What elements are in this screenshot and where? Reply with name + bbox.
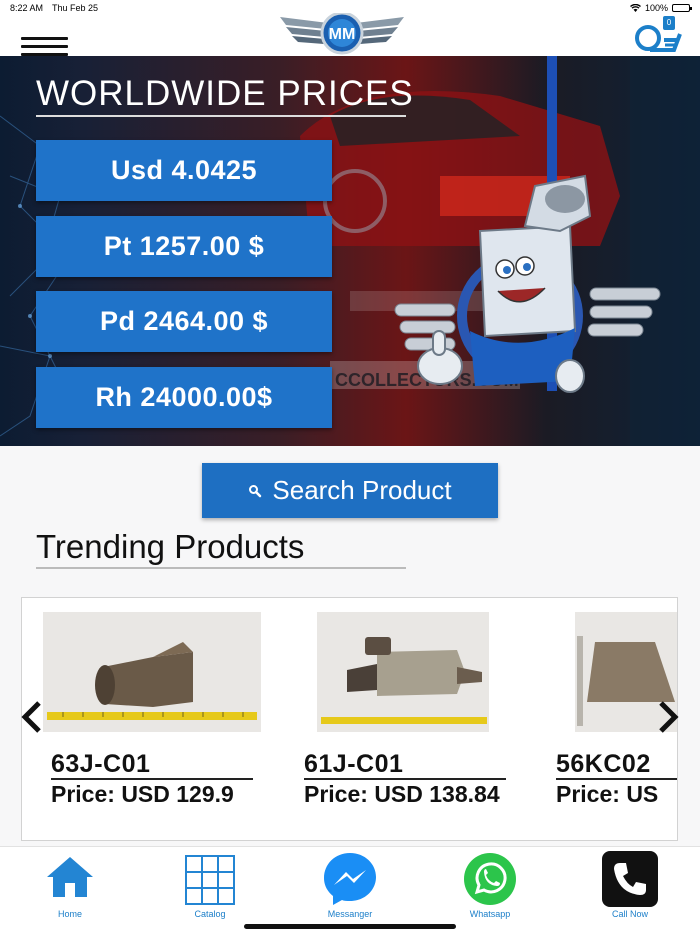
bottom-tab-bar: Home Catalog Messanger Whatsapp Call Now bbox=[0, 846, 700, 934]
phone-icon bbox=[602, 851, 658, 907]
product-image bbox=[43, 612, 261, 732]
cart-icon[interactable] bbox=[634, 20, 684, 56]
product-code: 63J-C01 bbox=[51, 750, 151, 778]
battery-percent: 100% bbox=[644, 3, 668, 13]
wifi-icon bbox=[629, 4, 641, 12]
hero-banner: CCOLLECTORS.COM WORLDWIDE PRICES Usd bbox=[0, 56, 700, 446]
tab-catalog[interactable]: Catalog bbox=[160, 847, 260, 927]
product-image bbox=[317, 612, 489, 732]
product-price: Price: USD 129.9 bbox=[51, 781, 234, 807]
product-price: Price: US bbox=[556, 781, 659, 807]
hero-title-underline bbox=[36, 115, 406, 117]
battery-icon bbox=[672, 4, 692, 12]
price-palladium-button[interactable]: Pd 2464.00 $ bbox=[36, 291, 332, 352]
product-code: 56KC02 bbox=[556, 750, 651, 778]
tab-whatsapp[interactable]: Whatsapp bbox=[440, 847, 540, 927]
tab-catalog-label: Catalog bbox=[194, 909, 226, 919]
tab-home-label: Home bbox=[57, 909, 82, 919]
product-code-underline bbox=[304, 778, 506, 780]
brand-logo: MM bbox=[280, 13, 404, 55]
trending-title: Trending Products bbox=[36, 528, 305, 565]
product-price: Price: USD 138.84 bbox=[304, 781, 500, 807]
trending-underline bbox=[36, 567, 406, 569]
hero-title: WORLDWIDE PRICES bbox=[36, 74, 414, 113]
cart-count-badge: 0 bbox=[663, 16, 675, 30]
tab-messanger-label: Messanger bbox=[327, 909, 373, 919]
status-right: 100% bbox=[629, 3, 692, 13]
home-indicator bbox=[244, 924, 456, 929]
svg-text:MM: MM bbox=[329, 26, 356, 43]
product-carousel[interactable]: 63J-C01 Price: USD 129.9 61J-C01 Price: … bbox=[21, 597, 678, 841]
messenger-icon bbox=[324, 853, 376, 905]
tab-home[interactable]: Home bbox=[20, 847, 120, 927]
search-icon bbox=[249, 484, 262, 497]
home-icon bbox=[47, 857, 93, 897]
tab-whatsapp-label: Whatsapp bbox=[469, 909, 511, 919]
status-date: Thu Feb 25 bbox=[52, 3, 99, 13]
chevron-right-icon[interactable] bbox=[656, 700, 680, 734]
menu-icon[interactable] bbox=[21, 37, 68, 56]
search-product-label: Search Product bbox=[272, 475, 452, 505]
product-code: 61J-C01 bbox=[304, 750, 404, 778]
tab-messanger[interactable]: Messanger bbox=[300, 847, 400, 927]
grid-icon bbox=[185, 855, 235, 905]
search-product-button[interactable]: Search Product bbox=[202, 463, 498, 518]
whatsapp-icon bbox=[464, 853, 516, 905]
status-time: 8:22 AM bbox=[10, 3, 44, 13]
product-code-underline bbox=[51, 778, 253, 780]
price-platinum-button[interactable]: Pt 1257.00 $ bbox=[36, 216, 332, 277]
chevron-left-icon[interactable] bbox=[20, 700, 44, 734]
product-card[interactable]: 63J-C01 Price: USD 129.9 bbox=[43, 598, 263, 840]
tab-call-now-label: Call Now bbox=[611, 909, 648, 919]
tab-call-now[interactable]: Call Now bbox=[580, 847, 680, 927]
product-card[interactable]: 61J-C01 Price: USD 138.84 bbox=[296, 598, 516, 840]
app-header: MM 0 bbox=[0, 13, 700, 56]
price-usd-button[interactable]: Usd 4.0425 bbox=[36, 140, 332, 201]
product-code-underline bbox=[556, 778, 677, 780]
price-rhodium-button[interactable]: Rh 24000.00$ bbox=[36, 367, 332, 428]
